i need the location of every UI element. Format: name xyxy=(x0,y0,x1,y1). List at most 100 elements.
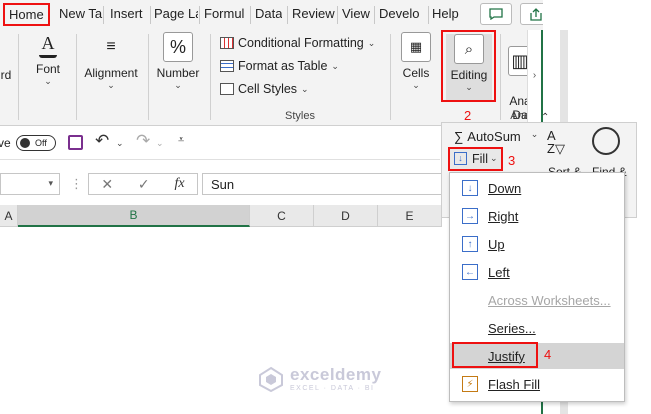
ribbon-tab-bar: Home New Ta Insert Page La Formul Data R… xyxy=(0,0,560,30)
number-button[interactable]: % Number ⌄ xyxy=(153,32,203,91)
fill-button[interactable]: ↓ Fill ⌄ xyxy=(448,147,503,171)
undo-icon[interactable]: ↶ xyxy=(95,131,109,151)
arrow-right-icon: → xyxy=(462,208,478,224)
chevron-down-icon: ⌄ xyxy=(174,80,182,90)
menu-item-right[interactable]: → Right xyxy=(450,203,624,229)
column-header-a[interactable]: A xyxy=(0,205,18,227)
chevron-down-icon: ⌄ xyxy=(44,76,52,86)
align-icon: ≡ xyxy=(106,38,116,55)
cell-styles-button[interactable]: Cell Styles ⌄ xyxy=(220,82,309,96)
alignment-label: Alignment xyxy=(84,66,138,80)
menu-item-label: Down xyxy=(488,180,522,196)
column-header-d[interactable]: D xyxy=(314,205,378,227)
menu-item-label: Left xyxy=(488,264,510,280)
cancel-icon[interactable]: ✕ xyxy=(101,176,113,193)
clipboard-group[interactable]: rd xyxy=(0,68,16,82)
font-icon: A xyxy=(39,32,57,58)
formula-input[interactable]: Sun xyxy=(202,173,447,195)
menu-item-left[interactable]: ← Left xyxy=(450,259,624,285)
cell-styles-icon xyxy=(220,83,234,95)
formula-bar: ▾ ⋮ ✕ ✓ fx Sun xyxy=(0,170,447,198)
fill-down-arrow-icon: ↓ xyxy=(454,152,467,165)
chevron-down-icon: ⌄ xyxy=(412,80,420,90)
enter-icon[interactable]: ✓ xyxy=(138,176,150,193)
column-header-e[interactable]: E xyxy=(378,205,442,227)
share-icon xyxy=(530,7,542,21)
toggle-state: Off xyxy=(35,138,47,148)
tab-separator xyxy=(287,6,288,24)
alignment-button[interactable]: ≡ Alignment ⌄ xyxy=(80,32,142,91)
menu-item-down[interactable]: ↓ Down xyxy=(450,175,624,201)
autosave-toggle[interactable]: Off xyxy=(16,135,56,151)
tab-formulas[interactable]: Formul xyxy=(204,6,250,21)
insert-function-button[interactable]: fx xyxy=(174,176,184,192)
menu-item-series[interactable]: Series... xyxy=(450,315,624,341)
percent-icon: % xyxy=(163,32,193,62)
chevron-down-icon: ⌄ xyxy=(331,60,339,71)
autosave-label: ve xyxy=(0,136,11,150)
quick-access-toolbar: ve Off ↶ ⌄ ↷ ⌄ ⩡ xyxy=(0,126,440,160)
group-separator xyxy=(500,34,501,120)
menu-item-label: Flash Fill xyxy=(488,376,541,392)
autosum-button[interactable]: ∑ AutoSum ⌄ xyxy=(454,129,538,144)
column-header-b[interactable]: B xyxy=(18,205,250,227)
tab-home[interactable]: Home xyxy=(3,3,50,26)
formula-buttons: ✕ ✓ fx xyxy=(88,173,198,195)
arrow-left-icon: ← xyxy=(462,264,478,280)
tab-separator xyxy=(374,6,375,24)
format-table-icon xyxy=(220,60,234,72)
fill-label: Fill xyxy=(472,152,488,166)
tab-developer[interactable]: Develo xyxy=(379,6,427,21)
tab-view[interactable]: View xyxy=(342,6,370,21)
chevron-down-icon: ⌄ xyxy=(367,37,376,48)
tab-page-layout[interactable]: Page La xyxy=(154,6,198,21)
sigma-icon: ∑ xyxy=(454,129,464,144)
autosum-label: AutoSum xyxy=(467,129,521,144)
editing-highlight-box xyxy=(441,30,496,102)
group-separator xyxy=(18,34,19,120)
column-header-c[interactable]: C xyxy=(250,205,314,227)
undo-dropdown-icon[interactable]: ⌄ xyxy=(116,138,124,149)
menu-item-flash-fill[interactable]: ⚡ Flash Fill xyxy=(450,371,624,397)
tab-separator xyxy=(428,6,429,24)
cells-button[interactable]: ▦ Cells ⌄ xyxy=(396,32,436,91)
tab-separator xyxy=(250,6,251,24)
save-icon[interactable] xyxy=(68,135,83,150)
menu-item-across-worksheets[interactable]: Across Worksheets... xyxy=(450,287,624,313)
worksheet-grid[interactable] xyxy=(0,227,451,414)
watermark: exceldemy EXCEL · DATA · BI xyxy=(258,365,381,392)
tab-separator xyxy=(103,6,104,24)
ribbon-scroll-right-icon[interactable]: › xyxy=(527,30,541,126)
customize-qat-icon[interactable]: ⩡ xyxy=(178,134,184,147)
font-button[interactable]: A Font ⌄ xyxy=(28,32,68,87)
step-label-4: 4 xyxy=(544,347,552,362)
cell-styles-label: Cell Styles xyxy=(238,82,298,96)
menu-item-label: Series... xyxy=(488,320,536,336)
menu-item-up[interactable]: ↑ Up xyxy=(450,231,624,257)
font-label: Font xyxy=(35,62,60,76)
group-separator xyxy=(76,34,77,120)
tab-new-tab[interactable]: New Ta xyxy=(59,6,103,21)
tab-review[interactable]: Review xyxy=(292,6,335,21)
group-separator xyxy=(148,34,149,120)
group-separator xyxy=(390,34,391,120)
tab-separator xyxy=(337,6,338,24)
tab-help[interactable]: Help xyxy=(432,6,459,21)
find-select-icon[interactable] xyxy=(592,127,620,155)
arrow-up-icon: ↑ xyxy=(462,236,478,252)
format-as-table-button[interactable]: Format as Table ⌄ xyxy=(220,59,339,73)
tab-data[interactable]: Data xyxy=(255,6,282,21)
name-box-dropdown-icon[interactable]: ▾ xyxy=(48,178,53,189)
tab-separator xyxy=(150,6,151,24)
chevron-down-icon: ⌄ xyxy=(301,83,309,94)
step-label-2: 2 xyxy=(464,108,472,123)
sort-filter-icon[interactable]: A Z▽ xyxy=(547,129,577,155)
name-box[interactable]: ▾ xyxy=(0,173,60,195)
redo-icon[interactable]: ↷ xyxy=(136,131,150,151)
comments-button[interactable] xyxy=(480,3,512,25)
redo-dropdown-icon[interactable]: ⌄ xyxy=(156,138,164,149)
conditional-formatting-icon xyxy=(220,37,234,49)
conditional-formatting-button[interactable]: Conditional Formatting ⌄ xyxy=(220,36,375,50)
tab-insert[interactable]: Insert xyxy=(110,6,143,21)
chevron-down-icon: ⌄ xyxy=(490,153,498,163)
